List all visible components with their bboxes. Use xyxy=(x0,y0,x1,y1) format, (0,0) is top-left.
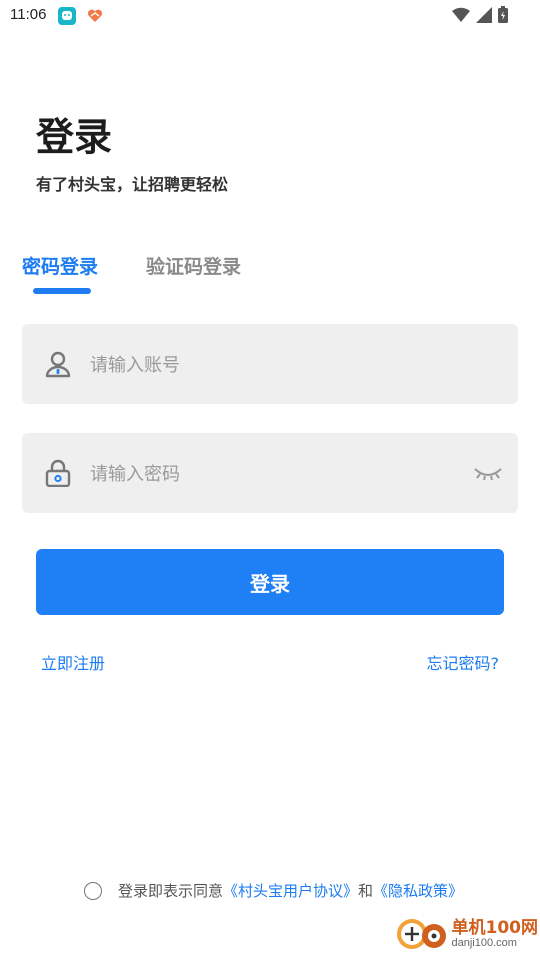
eye-closed-icon[interactable] xyxy=(472,461,504,485)
password-input[interactable] xyxy=(88,457,472,491)
watermark-en: danji100.com xyxy=(451,937,517,950)
page-subtitle: 有了村头宝，让招聘更轻松 xyxy=(36,175,229,194)
agreement-and: 和 xyxy=(358,882,374,900)
agreement-row: 登录即表示同意 《村头宝用户协议》 和 《隐私政策》 xyxy=(84,880,463,901)
user-icon xyxy=(44,350,72,378)
watermark-logo-icon xyxy=(394,912,448,956)
watermark-cn: 单机100网 xyxy=(451,917,539,938)
agreement-checkbox[interactable] xyxy=(84,881,102,900)
user-agreement-link[interactable]: 《村头宝用户协议》 xyxy=(223,880,358,901)
account-field[interactable] xyxy=(22,324,518,404)
forgot-password-link[interactable]: 忘记密码? xyxy=(427,650,500,674)
account-input[interactable] xyxy=(88,348,472,382)
tab-active-indicator xyxy=(33,288,91,294)
signal-icon xyxy=(476,6,492,27)
watermark: 单机100网 danji100.com xyxy=(394,912,539,956)
wifi-icon xyxy=(452,7,470,27)
status-bar: 11:06 xyxy=(0,0,540,32)
app-icon xyxy=(58,7,76,25)
battery-icon xyxy=(498,6,508,27)
heart-icon xyxy=(86,7,104,25)
page-title: 登录 xyxy=(36,115,113,159)
tab-code-login[interactable]: 验证码登录 xyxy=(146,252,241,279)
lock-icon xyxy=(44,459,72,488)
password-field[interactable] xyxy=(22,433,518,513)
tab-password-login[interactable]: 密码登录 xyxy=(22,252,98,279)
privacy-policy-link[interactable]: 《隐私政策》 xyxy=(373,880,463,901)
register-link[interactable]: 立即注册 xyxy=(41,650,105,674)
agreement-prefix: 登录即表示同意 xyxy=(118,882,224,900)
status-time: 11:06 xyxy=(10,6,47,23)
login-button[interactable]: 登录 xyxy=(36,549,504,615)
